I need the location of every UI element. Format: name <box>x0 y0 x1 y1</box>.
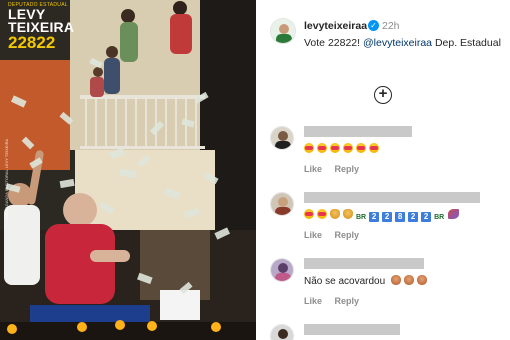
post-author[interactable]: levyteixeiraa <box>304 20 367 32</box>
orange-wall <box>0 60 70 170</box>
commenter-username-redacted <box>304 324 400 335</box>
campaign-banner <box>30 305 150 323</box>
comment-body <box>304 143 382 155</box>
media-vertical-text: PROPAGANDA ELEITORAL LEVY TEIXEIRA <box>4 138 9 220</box>
heart-eyes-emoji-icon <box>304 209 314 219</box>
flexed-arm-emoji-icon <box>403 275 414 285</box>
red-shirt <box>45 224 115 304</box>
comment-body: Não se acovardou <box>304 275 430 287</box>
comment-item: BR 2 2 8 2 2 BR Like Reply <box>256 192 510 252</box>
caption-tail: Dep. Estadual <box>434 37 501 49</box>
comment-actions: Like Reply <box>304 230 369 240</box>
plus-circle-icon[interactable]: + <box>374 86 392 104</box>
comment-item <box>256 322 510 340</box>
commenter-username-redacted <box>304 258 424 269</box>
keycap-digit-icon: 8 <box>395 212 406 222</box>
commenter-avatar[interactable] <box>270 324 294 340</box>
comment-item: Like Reply <box>256 126 510 186</box>
post-caption: Vote 22822! @levyteixeiraa Dep. Estadual <box>304 36 504 51</box>
flexed-arm-emoji-icon <box>416 275 427 285</box>
clapping-hands-emoji-icon <box>343 209 353 219</box>
reply-link[interactable]: Reply <box>335 230 360 240</box>
comment-actions: Like Reply <box>304 296 369 306</box>
rocket-emoji-icon <box>448 209 460 219</box>
flexed-arm-emoji-icon <box>390 275 401 285</box>
clapping-hands-emoji-icon <box>330 209 340 219</box>
keycap-digit-icon: 2 <box>369 212 380 222</box>
comment-actions: Like Reply <box>304 164 369 174</box>
like-link[interactable]: Like <box>304 164 322 174</box>
heart-eyes-emoji-icon <box>317 143 327 153</box>
keycap-digit-icon: 2 <box>408 212 419 222</box>
brazil-flag-icon: BR <box>434 214 445 221</box>
verified-badge-icon: ✓ <box>368 20 379 31</box>
heart-eyes-emoji-icon <box>356 143 366 153</box>
comment-text: Não se acovardou <box>304 276 386 287</box>
like-link[interactable]: Like <box>304 296 322 306</box>
like-link[interactable]: Like <box>304 230 322 240</box>
commenter-avatar[interactable] <box>270 126 294 150</box>
heart-eyes-emoji-icon <box>343 143 353 153</box>
reply-link[interactable]: Reply <box>335 296 360 306</box>
post-media[interactable]: Deputado Estadual LEVY TEIXEIRA 22822 PR… <box>0 0 256 340</box>
campaign-logo: Deputado Estadual LEVY TEIXEIRA 22822 <box>8 2 88 51</box>
keycap-digit-icon: 2 <box>382 212 393 222</box>
post-panel: levyteixeiraa ✓ 22h Vote 22822! @levytei… <box>256 0 510 340</box>
heart-eyes-emoji-icon <box>330 143 340 153</box>
commenter-avatar[interactable] <box>270 192 294 216</box>
keycap-digit-icon: 2 <box>421 212 432 222</box>
commenter-username-redacted <box>304 126 412 137</box>
author-avatar[interactable] <box>270 18 296 44</box>
comment-item: Não se acovardou Like Reply <box>256 258 510 316</box>
heart-eyes-emoji-icon <box>304 143 314 153</box>
caption-mention[interactable]: @levyteixeiraa <box>363 37 432 49</box>
logo-number: 22822 <box>8 33 56 52</box>
reply-link[interactable]: Reply <box>335 164 360 174</box>
caption-text: Vote 22822! <box>304 37 361 49</box>
commenter-username-redacted <box>304 192 480 203</box>
commenter-avatar[interactable] <box>270 258 294 282</box>
heart-eyes-emoji-icon <box>317 209 327 219</box>
heart-eyes-emoji-icon <box>369 143 379 153</box>
comment-body: BR 2 2 8 2 2 BR <box>304 209 460 223</box>
post-time[interactable]: 22h <box>382 20 400 32</box>
brazil-flag-icon: BR <box>356 214 367 221</box>
